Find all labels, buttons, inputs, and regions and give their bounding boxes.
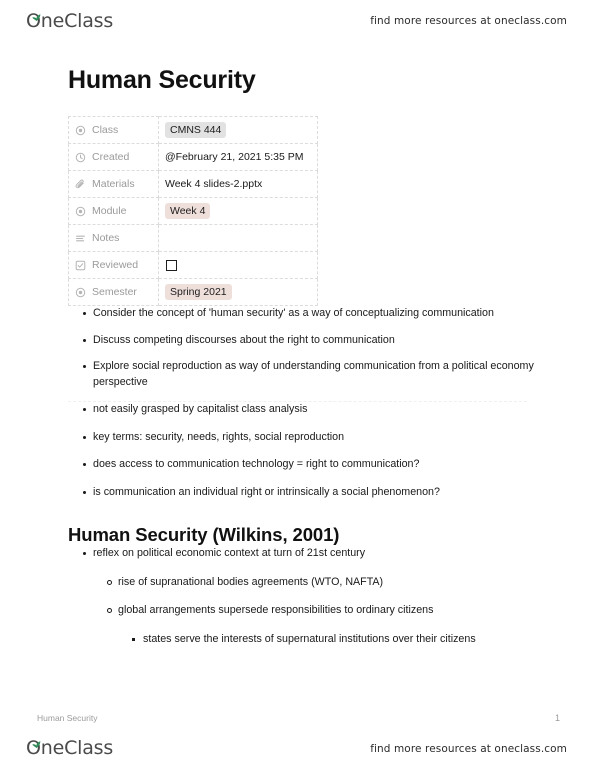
document-content: Human Security Class CMNS 444 Created @F… [0, 38, 595, 660]
meta-label: Class [92, 124, 119, 136]
list-item: rise of supranational bodies agreements … [0, 575, 595, 591]
list-item: states serve the interests of supernatur… [0, 632, 595, 648]
circle-dot-icon [75, 206, 86, 217]
wilkins-bullet-list: reflex on political economic context at … [0, 546, 595, 647]
meta-key-cell: Notes [68, 224, 159, 252]
footer-tagline: find more resources at oneclass.com [370, 742, 567, 755]
meta-value-cell [158, 251, 318, 279]
table-row: Module Week 4 [68, 197, 318, 225]
list-item: key terms: security, needs, rights, soci… [0, 430, 595, 446]
header-tagline: find more resources at oneclass.com [370, 15, 567, 27]
table-row: Semester Spring 2021 [68, 278, 318, 306]
meta-value-cell: Week 4 slides-2.pptx [158, 170, 318, 198]
list-item: is communication an individual right or … [0, 485, 595, 501]
page-header: OneClass find more resources at oneclass… [0, 0, 595, 38]
meta-key-cell: Reviewed [68, 251, 159, 279]
oneclass-logo: OneClass [26, 11, 113, 31]
list-item: global arrangements supersede responsibi… [0, 603, 595, 619]
paperclip-icon [75, 179, 86, 190]
semester-tag: Spring 2021 [165, 284, 232, 300]
page-title: Human Security [68, 66, 256, 94]
meta-key-cell: Class [68, 116, 159, 144]
notes-bullet-list: not easily grasped by capitalist class a… [0, 402, 595, 500]
meta-value-cell: CMNS 444 [158, 116, 318, 144]
list-item: does access to communication technology … [0, 457, 595, 473]
metadata-table: Class CMNS 444 Created @February 21, 202… [68, 116, 318, 306]
meta-value-cell: @February 21, 2021 5:35 PM [158, 143, 318, 171]
oneclass-logo-footer: OneClass [26, 739, 113, 758]
section-heading-wilkins: Human Security (Wilkins, 2001) [68, 524, 340, 545]
objectives-bullet-list: Consider the concept of 'human security'… [0, 306, 595, 390]
list-item: reflex on political economic context at … [0, 546, 595, 562]
circle-dot-icon [75, 287, 86, 298]
list-lines-icon [75, 233, 86, 244]
list-item: Discuss competing discourses about the r… [0, 333, 595, 349]
metadata-table-body: Class CMNS 444 Created @February 21, 202… [68, 116, 318, 306]
table-row: Materials Week 4 slides-2.pptx [68, 170, 318, 198]
meta-key-cell: Materials [68, 170, 159, 198]
meta-label: Reviewed [92, 259, 139, 271]
checkbox-icon [75, 260, 86, 271]
meta-key-cell: Module [68, 197, 159, 225]
table-row: Created @February 21, 2021 5:35 PM [68, 143, 318, 171]
meta-label: Materials [92, 178, 135, 190]
meta-key-cell: Created [68, 143, 159, 171]
module-tag: Week 4 [165, 203, 211, 219]
footer-brand-bar: OneClass find more resources at oneclass… [0, 739, 595, 758]
circle-dot-icon [75, 125, 86, 136]
list-item: not easily grasped by capitalist class a… [0, 402, 595, 418]
meta-value-cell: Week 4 [158, 197, 318, 225]
footer-meta-row: Human Security 1 [0, 708, 595, 728]
meta-value-cell [158, 224, 318, 252]
leaf-icon [32, 735, 41, 748]
class-tag: CMNS 444 [165, 122, 227, 138]
page-footer: Human Security 1 OneClass find more reso… [0, 708, 595, 770]
reviewed-checkbox[interactable] [166, 259, 177, 271]
meta-key-cell: Semester [68, 278, 159, 306]
table-row: Notes [68, 224, 318, 252]
meta-label: Module [92, 205, 127, 217]
table-row: Reviewed [68, 251, 318, 279]
meta-label: Notes [92, 232, 120, 244]
meta-value-cell: Spring 2021 [158, 278, 318, 306]
meta-label: Semester [92, 286, 137, 298]
footer-document-name: Human Security [37, 713, 98, 723]
page-number: 1 [554, 713, 560, 723]
leaf-icon [32, 8, 41, 21]
list-item: Consider the concept of 'human security'… [0, 306, 595, 322]
list-item: Explore social reproduction as way of un… [0, 359, 595, 390]
table-row: Class CMNS 444 [68, 116, 318, 144]
clock-icon [75, 152, 86, 163]
meta-label: Created [92, 151, 130, 163]
